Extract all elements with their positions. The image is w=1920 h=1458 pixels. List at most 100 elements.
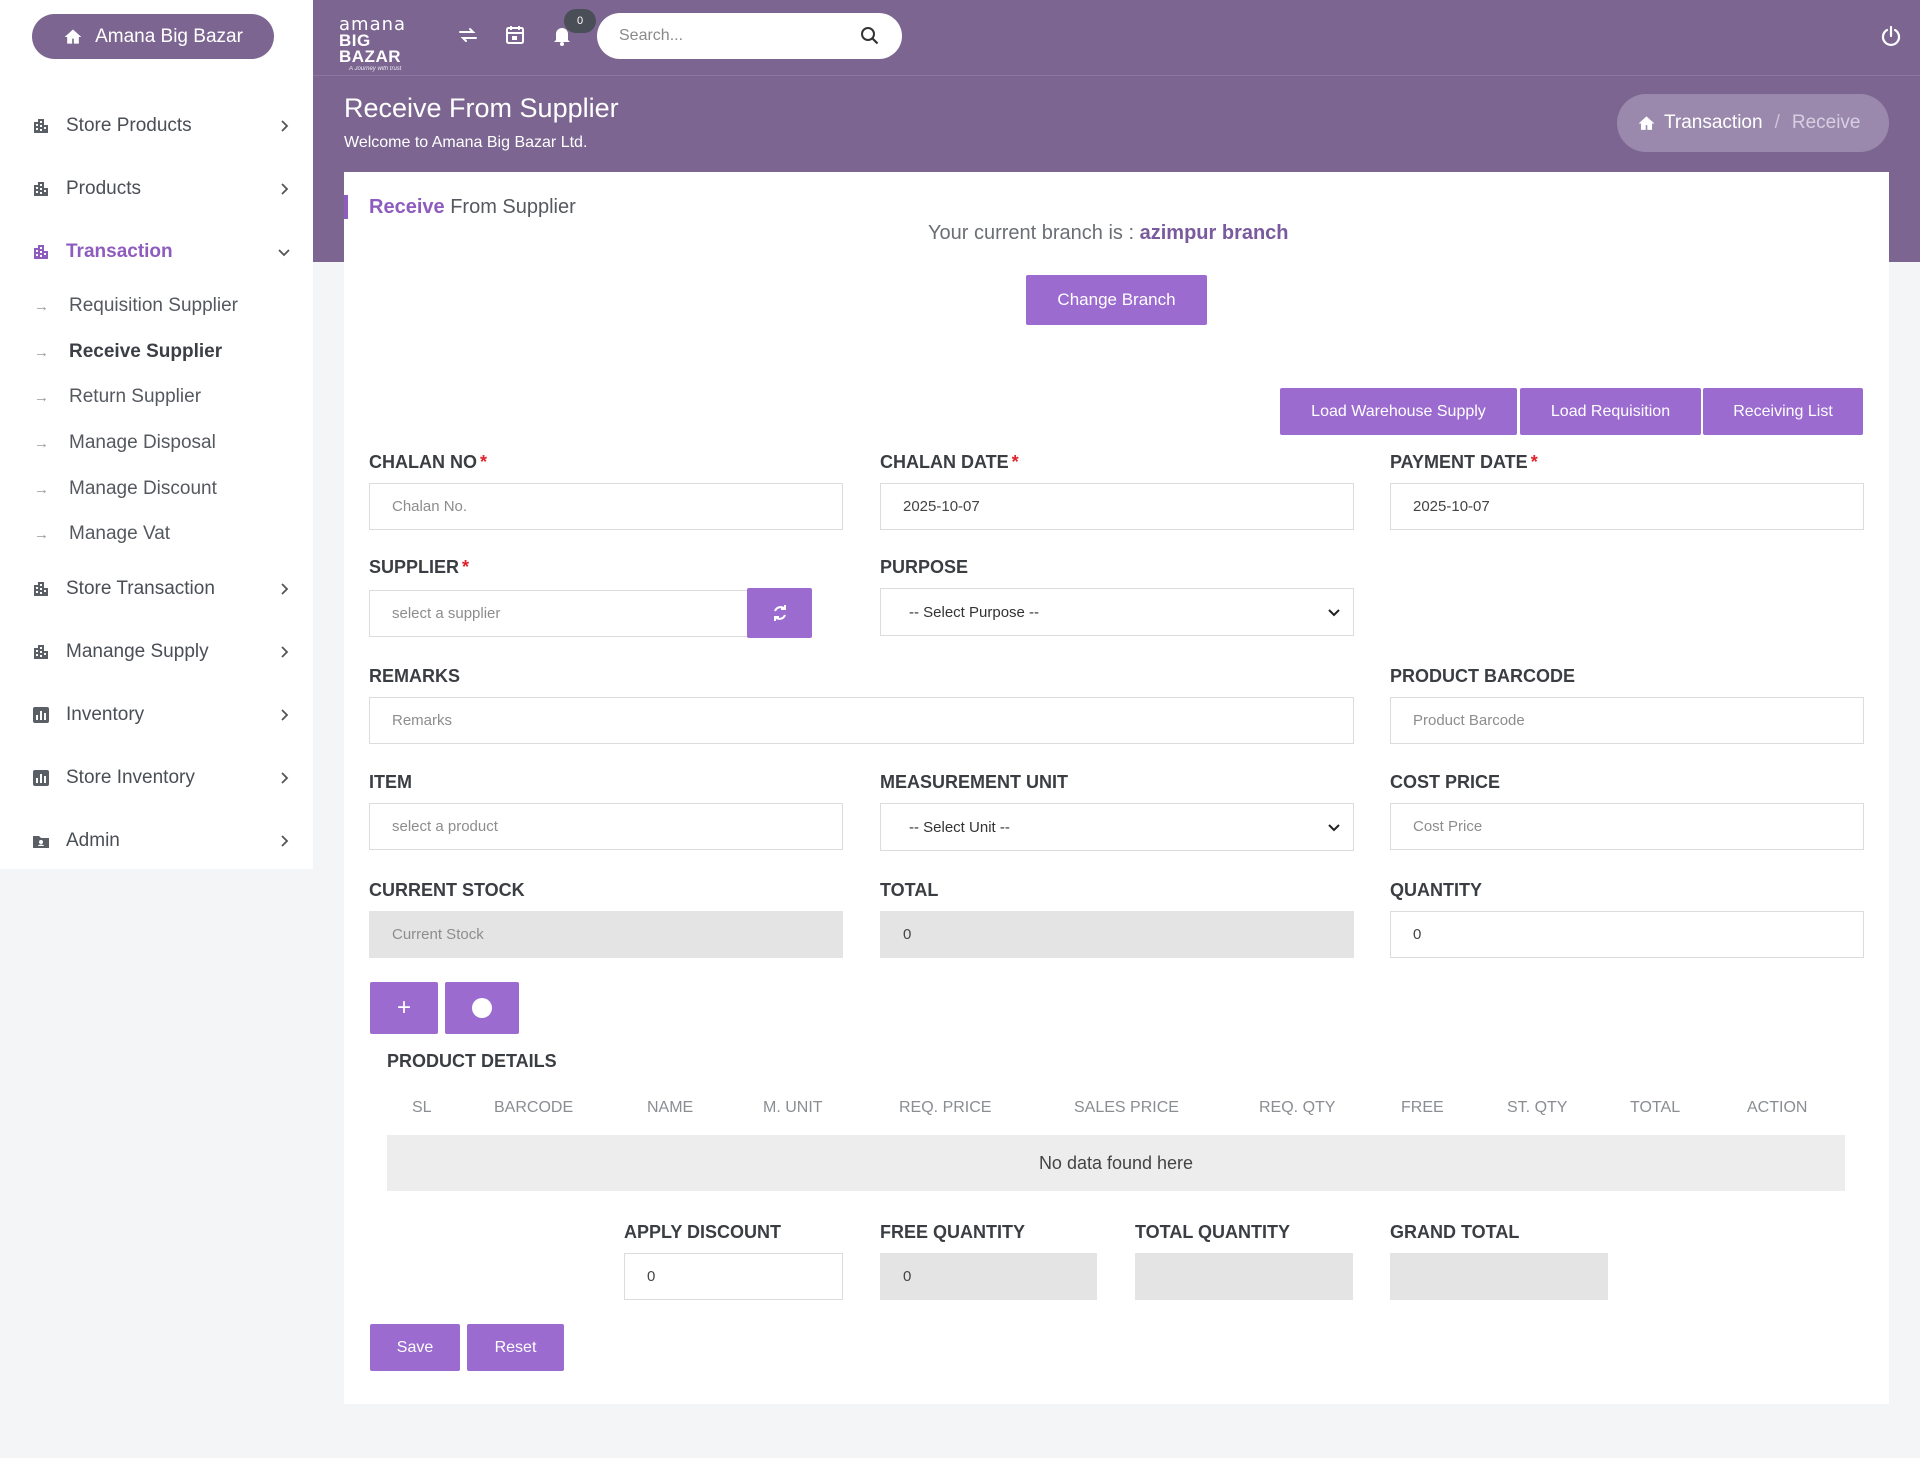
chalan-no-input[interactable]: Chalan No. bbox=[369, 483, 843, 530]
item-select[interactable]: select a product bbox=[369, 803, 843, 850]
sidebar-subitem-manage-disposal[interactable]: → Manage Disposal bbox=[34, 425, 216, 461]
bar-chart-icon bbox=[32, 769, 50, 787]
total-input: 0 bbox=[880, 911, 1354, 958]
reset-button[interactable]: Reset bbox=[467, 1324, 564, 1371]
building-icon bbox=[32, 243, 50, 261]
sidebar-item-inventory[interactable]: Inventory bbox=[32, 695, 292, 735]
free-quantity-input: 0 bbox=[880, 1253, 1097, 1300]
change-branch-button[interactable]: Change Branch bbox=[1026, 275, 1207, 325]
sidebar-subitem-label: Manage Vat bbox=[69, 523, 171, 544]
load-requisition-button[interactable]: Load Requisition bbox=[1520, 388, 1701, 435]
branch-name: azimpur branch bbox=[1139, 222, 1289, 244]
chalan-no-label: CHALAN NO * bbox=[369, 452, 488, 472]
sidebar-subitem-label: Manage Disposal bbox=[69, 432, 216, 453]
measurement-unit-selected: -- Select Unit -- bbox=[909, 818, 1010, 836]
sidebar-item-label: Transaction bbox=[66, 241, 173, 262]
column-header: ST. QTY bbox=[1507, 1099, 1568, 1116]
topbar-divider bbox=[313, 75, 1920, 76]
brand-label: Amana Big Bazar bbox=[95, 25, 243, 47]
receiving-list-button[interactable]: Receiving List bbox=[1703, 388, 1863, 435]
sidebar-item-manange-supply[interactable]: Manange Supply bbox=[32, 632, 292, 672]
chevron-right-icon bbox=[281, 646, 289, 658]
product-barcode-label: PRODUCT BARCODE bbox=[1390, 666, 1576, 686]
sidebar-item-label: Admin bbox=[66, 830, 120, 851]
sidebar-item-label: Store Transaction bbox=[66, 578, 215, 599]
refresh-suppliers-button[interactable] bbox=[747, 588, 812, 638]
sidebar: Amana Big Bazar Store Products Products … bbox=[0, 0, 313, 869]
card-title-accent bbox=[344, 195, 348, 219]
free-quantity-label: FREE QUANTITY bbox=[880, 1222, 1026, 1242]
sidebar-subitem-requisition-supplier[interactable]: → Requisition Supplier bbox=[34, 288, 238, 324]
column-header: ACTION bbox=[1747, 1099, 1808, 1116]
item-label: ITEM bbox=[369, 772, 412, 792]
clear-item-button[interactable] bbox=[445, 982, 519, 1034]
quantity-input[interactable]: 0 bbox=[1390, 911, 1864, 958]
search-icon[interactable] bbox=[860, 26, 880, 46]
home-icon bbox=[1638, 115, 1655, 130]
form-card bbox=[344, 172, 1889, 1404]
building-icon bbox=[32, 580, 50, 598]
sidebar-item-admin[interactable]: Admin bbox=[32, 821, 292, 861]
page-title: Receive From Supplier bbox=[344, 93, 619, 123]
sidebar-subitem-label: Return Supplier bbox=[69, 386, 202, 407]
sidebar-item-store-transaction[interactable]: Store Transaction bbox=[32, 569, 292, 609]
chalan-date-label: CHALAN DATE * bbox=[880, 452, 1019, 472]
circle-icon bbox=[472, 998, 492, 1018]
current-stock-label: CURRENT STOCK bbox=[369, 880, 525, 900]
sidebar-item-label: Inventory bbox=[66, 704, 145, 725]
card-title: Receive From Supplier bbox=[369, 196, 576, 219]
purpose-select[interactable]: -- Select Purpose -- bbox=[880, 588, 1354, 636]
breadcrumb-root[interactable]: Transaction bbox=[1664, 112, 1763, 134]
search-box[interactable] bbox=[597, 13, 902, 59]
add-item-button[interactable]: + bbox=[370, 982, 438, 1034]
sidebar-item-store-products[interactable]: Store Products bbox=[32, 106, 292, 146]
product-barcode-input[interactable]: Product Barcode bbox=[1390, 697, 1864, 744]
brand-button[interactable]: Amana Big Bazar bbox=[32, 14, 274, 59]
user-folder-icon bbox=[32, 832, 50, 850]
search-input[interactable] bbox=[619, 27, 860, 45]
sidebar-item-transaction[interactable]: Transaction bbox=[32, 232, 292, 272]
product-details-title: PRODUCT DETAILS bbox=[387, 1051, 557, 1071]
chevron-right-icon bbox=[281, 583, 289, 595]
sidebar-subitem-label: Receive Supplier bbox=[69, 341, 223, 362]
sidebar-subitem-manage-vat[interactable]: → Manage Vat bbox=[34, 516, 170, 552]
column-header: NAME bbox=[647, 1099, 694, 1116]
column-header: REQ. QTY bbox=[1259, 1099, 1336, 1116]
building-icon bbox=[32, 643, 50, 661]
measurement-unit-label: MEASUREMENT UNIT bbox=[880, 772, 1068, 792]
remarks-input[interactable]: Remarks bbox=[369, 697, 1354, 744]
load-warehouse-supply-button[interactable]: Load Warehouse Supply bbox=[1280, 388, 1517, 435]
arrow-right-icon: → bbox=[34, 343, 49, 361]
branch-prefix: Your current branch is : bbox=[928, 222, 1135, 244]
supplier-label: SUPPLIER * bbox=[369, 557, 470, 577]
power-icon[interactable] bbox=[1880, 25, 1902, 47]
sidebar-subitem-return-supplier[interactable]: → Return Supplier bbox=[34, 379, 201, 415]
chevron-right-icon bbox=[281, 772, 289, 784]
arrow-right-icon: → bbox=[34, 388, 49, 406]
calendar-icon[interactable] bbox=[503, 23, 527, 47]
column-header: SALES PRICE bbox=[1074, 1099, 1179, 1116]
chevron-down-icon bbox=[1328, 609, 1340, 617]
table-empty-row: No data found here bbox=[387, 1135, 1845, 1191]
column-header: TOTAL bbox=[1630, 1099, 1681, 1116]
apply-discount-input[interactable]: 0 bbox=[624, 1253, 843, 1300]
chevron-right-icon bbox=[281, 120, 289, 132]
logo-line2: BIG BAZAR bbox=[339, 31, 401, 66]
payment-date-input[interactable]: 2025-10-07 bbox=[1390, 483, 1864, 530]
bar-chart-icon bbox=[32, 706, 50, 724]
notification-badge: 0 bbox=[564, 9, 596, 33]
page-subtitle: Welcome to Amana Big Bazar Ltd. bbox=[344, 134, 588, 151]
chalan-date-input[interactable]: 2025-10-07 bbox=[880, 483, 1354, 530]
sidebar-item-label: Products bbox=[66, 178, 141, 199]
supplier-select[interactable]: select a supplier bbox=[369, 590, 749, 637]
sidebar-subitem-receive-supplier[interactable]: → Receive Supplier bbox=[34, 334, 222, 370]
swap-icon[interactable] bbox=[456, 23, 480, 47]
sidebar-item-label: Store Inventory bbox=[66, 767, 195, 788]
measurement-unit-select[interactable]: -- Select Unit -- bbox=[880, 803, 1354, 851]
cost-price-input[interactable]: Cost Price bbox=[1390, 803, 1864, 850]
sidebar-subitem-manage-discount[interactable]: → Manage Discount bbox=[34, 471, 217, 507]
save-button[interactable]: Save bbox=[370, 1324, 460, 1371]
sidebar-item-store-inventory[interactable]: Store Inventory bbox=[32, 758, 292, 798]
sidebar-item-products[interactable]: Products bbox=[32, 169, 292, 209]
amana-logo[interactable]: amana BIG BAZAR A Journey with trust bbox=[339, 16, 425, 73]
